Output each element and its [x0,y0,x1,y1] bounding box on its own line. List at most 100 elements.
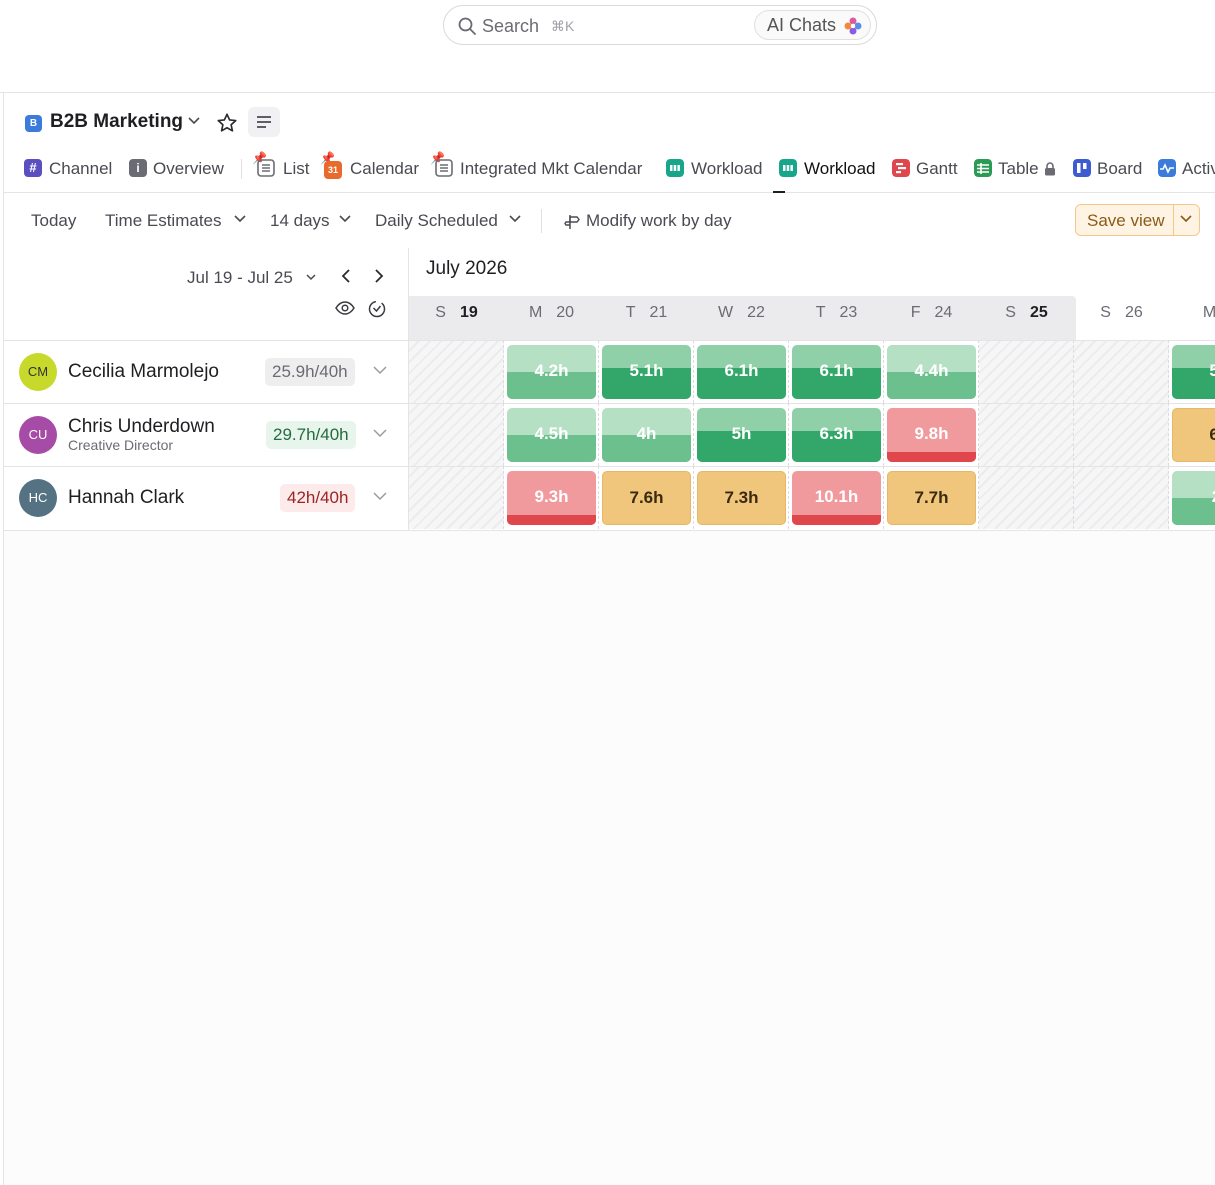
day-header-cell: T 23 [789,304,884,322]
time-estimates-dropdown[interactable]: Time Estimates [105,211,250,233]
chevron-down-icon[interactable] [306,274,316,281]
workload-cell[interactable] [1074,466,1169,529]
workload-cell[interactable] [409,403,504,466]
workload-cell[interactable] [1074,340,1169,403]
workload-block[interactable]: 6.1h [792,345,881,399]
workload-cell[interactable]: 6.3h [789,403,884,466]
workload-cell[interactable] [979,466,1074,529]
day-number: 20 [556,304,575,321]
ai-chats-label: AI Chats [766,15,836,35]
workload-cell[interactable]: 2 [1169,466,1215,529]
person-row[interactable]: HC Hannah Clark 42h/40h [4,466,408,529]
space-title[interactable]: B2B Marketing [50,111,183,133]
chevron-right-icon[interactable] [372,268,386,284]
workload-block[interactable]: 6.1h [697,345,786,399]
menu-button[interactable] [248,107,280,137]
check-circle-icon[interactable] [368,300,386,318]
day-of-week: T [815,304,826,321]
ai-sparkle-icon [844,17,862,35]
workload-cell[interactable]: 6.1h [789,340,884,403]
table-icon [974,159,992,177]
workload-hours: 4h [636,424,657,443]
workload-block[interactable]: 10.1h [792,471,881,525]
workload-hours: 4.4h [914,361,949,380]
workload-hours: 7.6h [629,488,664,507]
search-icon [458,17,476,35]
date-range[interactable]: Jul 19 - Jul 25 [187,268,293,288]
chevron-down-icon [509,215,521,223]
workload-hours: 6.3h [819,424,854,443]
workload-block[interactable]: 6. [1172,408,1215,462]
workload-block[interactable]: 4h [602,408,691,462]
daily-scheduled-dropdown[interactable]: Daily Scheduled [375,211,525,233]
workload-cell[interactable]: 10.1h [789,466,884,529]
today-button[interactable]: Today [31,211,76,231]
capacity-badge: 25.9h/40h [265,358,355,386]
workload-cell[interactable]: 5. [1169,340,1215,403]
tab-label: Gantt [916,159,958,178]
workload-block[interactable]: 9.8h [887,408,976,462]
modify-work-button[interactable]: Modify work by day [564,211,744,233]
workload-cell[interactable]: 7.7h [884,466,979,529]
workload-block[interactable]: 9.3h [507,471,596,525]
workload-cell[interactable]: 4.4h [884,340,979,403]
main-panel: B B2B Marketing # Channel i Overview 📌 L… [3,93,1215,1185]
workload-cell[interactable]: 6. [1169,403,1215,466]
person-name: Hannah Clark [68,487,185,508]
workload-block[interactable]: 2 [1172,471,1215,525]
workload-cell[interactable] [409,466,504,529]
workload-cell[interactable]: 7.6h [599,466,694,529]
save-view-button[interactable]: Save view [1075,204,1200,236]
person-row[interactable]: CM Cecilia Marmolejo 25.9h/40h [4,340,408,403]
board-icon [1073,159,1091,177]
days-label: 14 days [270,211,330,230]
avatar: CU [19,416,57,454]
person-row[interactable]: CU Chris Underdown Creative Director 29.… [4,403,408,466]
workload-cell[interactable]: 9.8h [884,403,979,466]
chevron-down-icon[interactable] [373,429,387,438]
workload-cell[interactable]: 5.1h [599,340,694,403]
workload-block[interactable]: 7.6h [602,471,691,525]
workload-cell[interactable]: 7.3h [694,466,789,529]
workload-block[interactable]: 4.2h [507,345,596,399]
workload-block[interactable]: 5. [1172,345,1215,399]
menu-lines-icon [257,116,271,128]
day-header-cell: S 26 [1074,304,1169,322]
star-icon[interactable] [216,112,238,134]
days-dropdown[interactable]: 14 days [270,211,355,233]
workload-block[interactable]: 7.3h [697,471,786,525]
workload-block[interactable]: 4.4h [887,345,976,399]
day-number: 26 [1124,304,1143,321]
time-estimates-label: Time Estimates [105,211,222,230]
capacity-badge: 29.7h/40h [266,421,356,449]
chevron-down-icon[interactable] [373,366,387,375]
workload-cell[interactable] [1074,403,1169,466]
workload-cell[interactable]: 4.2h [504,340,599,403]
workload-cell[interactable]: 9.3h [504,466,599,529]
workload-cell[interactable]: 4h [599,403,694,466]
eye-icon[interactable] [335,301,355,315]
chevron-down-icon[interactable] [373,492,387,501]
day-number: 22 [747,304,765,321]
lock-icon [1045,162,1055,176]
workload-cell[interactable] [979,340,1074,403]
day-of-week: M [1202,304,1215,321]
workload-cell[interactable]: 6.1h [694,340,789,403]
search-bar[interactable]: Search ⌘K AI Chats [443,5,877,45]
workload-cell[interactable]: 4.5h [504,403,599,466]
day-header-cell: F 24 [884,304,979,322]
ai-chats-button[interactable]: AI Chats [753,10,871,40]
workload-block[interactable]: 6.3h [792,408,881,462]
workload-cell[interactable] [979,403,1074,466]
workload-block[interactable]: 7.7h [887,471,976,525]
tab-label: Workload [804,159,876,178]
chevron-left-icon[interactable] [339,268,353,284]
workload-block[interactable]: 4.5h [507,408,596,462]
chevron-down-icon[interactable] [1180,215,1192,223]
workload-cell[interactable] [409,340,504,403]
workload-cell[interactable]: 5h [694,403,789,466]
chevron-down-icon[interactable] [188,117,200,125]
tab-label: Overview [153,159,224,178]
workload-block[interactable]: 5.1h [602,345,691,399]
workload-block[interactable]: 5h [697,408,786,462]
